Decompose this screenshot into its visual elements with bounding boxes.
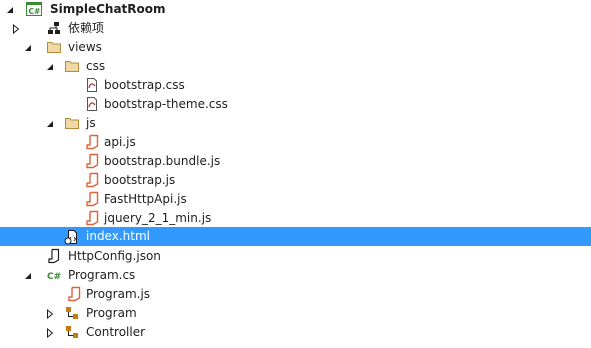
tree-item-label: Program.cs [68, 268, 136, 282]
tree-item-label: bootstrap-theme.css [104, 97, 228, 111]
js-file-icon [84, 153, 100, 169]
tree-item-label: Controller [86, 325, 146, 339]
class-icon [64, 324, 80, 340]
expanded-arrow-icon[interactable] [4, 0, 16, 19]
collapsed-arrow-icon[interactable] [44, 304, 56, 323]
tree-item-label: bootstrap.css [104, 78, 185, 92]
tree-item-label: Program.js [86, 287, 151, 301]
tree-item-program-js[interactable]: Program.js [0, 285, 591, 304]
tree-item-label: js [86, 116, 96, 130]
expanded-arrow-icon[interactable] [44, 57, 56, 76]
tree-item-label: HttpConfig.json [68, 249, 161, 263]
css-file-icon [84, 96, 100, 112]
json-file-icon [46, 248, 62, 264]
tree-item-bootstrap-bundle-js[interactable]: bootstrap.bundle.js [0, 152, 591, 171]
folder-icon [64, 58, 80, 74]
tree-item-label: api.js [104, 135, 136, 149]
tree-item-views[interactable]: views [0, 38, 591, 57]
dependencies-icon [46, 20, 62, 36]
html-file-icon [64, 229, 80, 245]
tree-item-label: index.html [86, 229, 150, 243]
csharp-project-icon: C# [26, 1, 42, 17]
svg-text:C#: C# [29, 7, 41, 16]
collapsed-arrow-icon[interactable] [44, 323, 56, 342]
tree-item-simplechatroom[interactable]: C# SimpleChatRoom [0, 0, 591, 19]
folder-icon [46, 39, 62, 55]
tree-item-label: css [86, 59, 106, 73]
tree-item-controller-class[interactable]: Controller [0, 323, 591, 342]
folder-icon [64, 115, 80, 131]
tree-item-fasthttpapi-js[interactable]: FastHttpApi.js [0, 190, 591, 209]
tree-item-bootstrap-theme-css[interactable]: bootstrap-theme.css [0, 95, 591, 114]
tree-item-label: views [68, 40, 102, 54]
tree-item-label: FastHttpApi.js [104, 192, 187, 206]
svg-text:C#: C# [47, 272, 61, 282]
tree-item-jquery-js[interactable]: jquery_2_1_min.js [0, 209, 591, 228]
css-file-icon [84, 77, 100, 93]
collapsed-arrow-icon[interactable] [10, 19, 22, 38]
expanded-arrow-icon[interactable] [22, 266, 34, 285]
js-file-icon [84, 191, 100, 207]
tree-item-api-js[interactable]: api.js [0, 133, 591, 152]
tree-item-label: jquery_2_1_min.js [104, 211, 212, 225]
tree-item-program-class[interactable]: Program [0, 304, 591, 323]
tree-item-httpconfig-json[interactable]: HttpConfig.json [0, 247, 591, 266]
tree-item-label: SimpleChatRoom [50, 2, 166, 16]
expanded-arrow-icon[interactable] [22, 38, 34, 57]
csharp-file-icon: C# [46, 267, 62, 283]
tree-item-bootstrap-js[interactable]: bootstrap.js [0, 171, 591, 190]
tree-item-label: bootstrap.js [104, 173, 176, 187]
tree-item-css-folder[interactable]: css [0, 57, 591, 76]
tree-item-js-folder[interactable]: js [0, 114, 591, 133]
js-file-icon [84, 210, 100, 226]
tree-item-label: 依赖项 [68, 21, 105, 35]
tree-item-index-html[interactable]: index.html [0, 227, 591, 246]
tree-item-program-cs[interactable]: C# Program.cs [0, 266, 591, 285]
class-icon [64, 305, 80, 321]
tree-item-dependencies[interactable]: 依赖项 [0, 19, 591, 38]
tree-item-label: bootstrap.bundle.js [104, 154, 221, 168]
js-file-icon [66, 286, 82, 302]
expanded-arrow-icon[interactable] [44, 114, 56, 133]
tree-item-bootstrap-css[interactable]: bootstrap.css [0, 76, 591, 95]
js-file-icon [84, 134, 100, 150]
js-file-icon [84, 172, 100, 188]
tree-item-label: Program [86, 306, 137, 320]
